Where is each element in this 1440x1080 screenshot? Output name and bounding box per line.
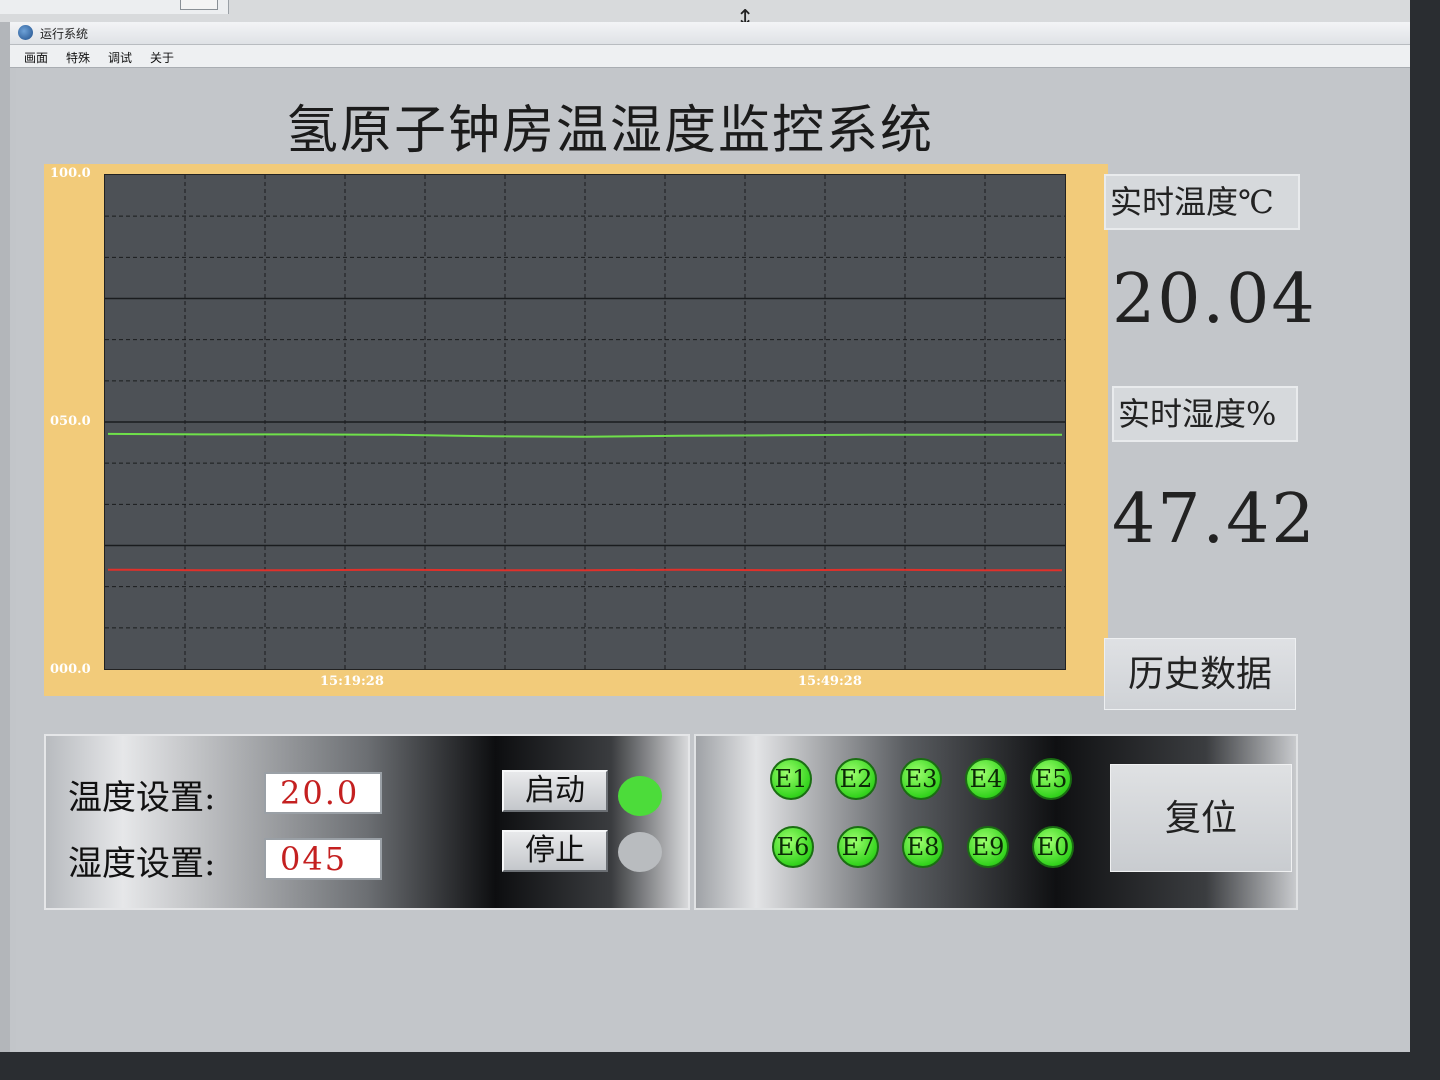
stop-button[interactable]: 停止 [502, 830, 608, 872]
menu-bar: 画面 特殊 调试 关于 [10, 45, 1410, 68]
plot-svg [105, 175, 1065, 669]
start-button[interactable]: 启动 [502, 770, 608, 812]
alarm-led-e1[interactable]: E1 [770, 758, 812, 800]
page-title: 氢原子钟房温湿度监控系统 [286, 101, 935, 161]
y-tick-100: 100.0 [50, 166, 91, 181]
menu-picture[interactable]: 画面 [24, 49, 48, 66]
alarm-led-e7[interactable]: E7 [837, 826, 879, 868]
reset-button[interactable]: 复位 [1110, 764, 1292, 872]
trend-chart: 100.0 050.0 000.0 15:19:28 15:49:28 [44, 164, 1108, 696]
alarm-led-e2[interactable]: E2 [835, 758, 877, 800]
alarm-led-e0[interactable]: E0 [1032, 826, 1074, 868]
background-window-button [180, 0, 218, 10]
alarm-led-e5[interactable]: E5 [1030, 758, 1072, 800]
history-data-button[interactable]: 历史数据 [1104, 638, 1296, 710]
title-bar: 运行系统 [10, 22, 1410, 45]
humid-setting-label: 湿度设置: [68, 844, 216, 884]
realtime-temp-label: 实时温度℃ [1104, 174, 1300, 230]
alarm-led-e6[interactable]: E6 [772, 826, 814, 868]
realtime-humid-value: 47.42 [1112, 480, 1317, 559]
realtime-humid-label: 实时湿度% [1112, 386, 1298, 442]
temp-setting-input[interactable]: 20.0 [264, 772, 382, 814]
setpoint-panel: 温度设置: 20.0 湿度设置: 045 启动 停止 [44, 734, 690, 910]
screen-bezel-bottom [0, 1052, 1440, 1080]
y-tick-50: 050.0 [50, 414, 91, 429]
screen-bezel-right [1410, 0, 1440, 1080]
x-tick-start: 15:19:28 [320, 674, 384, 689]
x-tick-end: 15:49:28 [798, 674, 862, 689]
humid-setting-input[interactable]: 045 [264, 838, 382, 880]
temp-setting-label: 温度设置: [68, 778, 216, 818]
plot-area [104, 174, 1066, 670]
alarm-led-e9[interactable]: E9 [967, 826, 1009, 868]
realtime-temp-value: 20.04 [1112, 260, 1317, 339]
desktop-top-bar [0, 0, 1440, 22]
app-icon [18, 25, 33, 40]
stopped-indicator-lamp [618, 832, 662, 872]
running-indicator-lamp [618, 776, 662, 816]
menu-special[interactable]: 特殊 [66, 49, 90, 66]
background-window-tab [0, 0, 229, 14]
monitor-screen: 氢原子钟房温湿度监控系统 100.0 050.0 000.0 15:19:28 … [16, 68, 1410, 1052]
alarm-led-e3[interactable]: E3 [900, 758, 942, 800]
alarm-led-e8[interactable]: E8 [902, 826, 944, 868]
alarm-led-e4[interactable]: E4 [965, 758, 1007, 800]
y-tick-0: 000.0 [50, 662, 91, 677]
window-title: 运行系统 [40, 27, 89, 41]
menu-about[interactable]: 关于 [150, 49, 174, 66]
app-window: 运行系统 画面 特殊 调试 关于 氢原子钟房温湿度监控系统 100.0 050.… [10, 22, 1410, 1052]
background-window-edge [0, 22, 10, 1080]
series-line-1 [107, 568, 1062, 572]
menu-debug[interactable]: 调试 [108, 49, 132, 66]
